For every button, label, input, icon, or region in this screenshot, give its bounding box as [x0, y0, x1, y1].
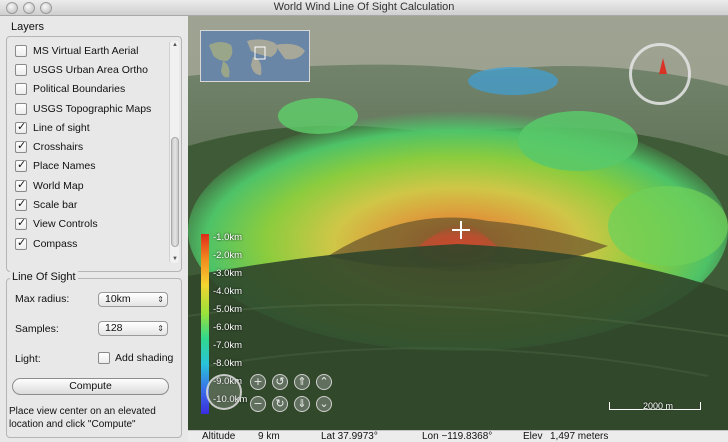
- layer-checkbox[interactable]: [15, 139, 27, 154]
- samples-select[interactable]: 128 ⇕: [98, 321, 168, 336]
- light-label: Light:: [15, 353, 41, 365]
- layer-label: Scale bar: [33, 199, 78, 212]
- layer-checkbox[interactable]: [15, 44, 27, 57]
- heading-right-icon[interactable]: ↻: [272, 396, 288, 412]
- layer-checkbox[interactable]: [15, 120, 27, 134]
- zoom-in-icon[interactable]: +: [250, 374, 266, 390]
- exaggeration-down-icon[interactable]: ⌄: [316, 396, 332, 412]
- legend-label: -8.0km: [213, 358, 243, 369]
- add-shading-label: Add shading: [115, 352, 174, 364]
- layer-label: Line of sight: [33, 121, 90, 134]
- altitude-value: 9 km: [258, 431, 280, 442]
- world-map-icon: [201, 31, 309, 81]
- layer-label: Crosshairs: [33, 141, 84, 154]
- layer-label: Political Boundaries: [33, 83, 126, 96]
- layers-group: MS Virtual Earth Aerial USGS Urban Area …: [6, 36, 182, 272]
- globe-view[interactable]: -1.0km -2.0km -3.0km -4.0km -5.0km -6.0k…: [188, 16, 728, 430]
- title-bar: World Wind Line Of Sight Calculation: [0, 0, 728, 16]
- crosshair-icon: [452, 221, 470, 239]
- window-title: World Wind Line Of Sight Calculation: [273, 1, 455, 13]
- layer-item-usgs-topographic-maps[interactable]: USGS Topographic Maps: [15, 99, 165, 118]
- hint-line-1: Place view center on an elevated: [9, 406, 156, 417]
- hint-line-2: location and click "Compute": [9, 419, 136, 430]
- layers-list: MS Virtual Earth Aerial USGS Urban Area …: [15, 41, 165, 253]
- layer-item-place-names[interactable]: Place Names: [15, 157, 165, 176]
- samples-value: 128: [105, 322, 123, 334]
- compute-button[interactable]: Compute: [12, 378, 169, 395]
- layer-item-world-map[interactable]: World Map: [15, 176, 165, 195]
- add-shading-checkbox[interactable]: [98, 352, 110, 364]
- legend-label: -7.0km: [213, 340, 243, 351]
- layer-label: Compass: [33, 237, 78, 250]
- layer-label: MS Virtual Earth Aerial: [33, 44, 139, 57]
- legend-label: -4.0km: [213, 286, 243, 297]
- samples-label: Samples:: [15, 323, 59, 335]
- layer-item-usgs-urban-area-ortho[interactable]: USGS Urban Area Ortho: [15, 60, 165, 79]
- pitch-up-icon[interactable]: ⇑: [294, 374, 310, 390]
- left-panel: MS Virtual Earth Aerial USGS Urban Area …: [0, 16, 188, 442]
- compass-icon[interactable]: [629, 43, 691, 105]
- chevron-updown-icon: ⇕: [157, 295, 164, 304]
- scroll-down-icon[interactable]: ▼: [170, 255, 180, 263]
- exaggeration-up-icon[interactable]: ⌃: [316, 374, 332, 390]
- layers-scrollbar[interactable]: ▲ ▼: [169, 41, 179, 263]
- legend-label: -1.0km: [213, 232, 243, 243]
- chevron-updown-icon: ⇕: [157, 324, 164, 333]
- status-bar: Altitude 9 km Lat 37.9973° Lon −119.8368…: [188, 430, 728, 442]
- legend-label: -6.0km: [213, 322, 243, 333]
- heading-left-icon[interactable]: ↺: [272, 374, 288, 390]
- legend-label: -5.0km: [213, 304, 243, 315]
- layer-item-crosshairs[interactable]: Crosshairs: [15, 137, 165, 156]
- pan-icon[interactable]: [206, 374, 242, 410]
- layer-label: USGS Topographic Maps: [33, 102, 152, 115]
- layer-label: Place Names: [33, 160, 96, 173]
- add-shading-toggle[interactable]: Add shading: [98, 352, 173, 364]
- scale-bar-label: 2000 m: [643, 401, 674, 411]
- zoom-out-icon[interactable]: −: [250, 396, 266, 412]
- layer-item-view-controls[interactable]: View Controls: [15, 215, 165, 234]
- layer-checkbox[interactable]: [15, 197, 27, 212]
- layer-checkbox[interactable]: [15, 102, 27, 115]
- longitude-readout: Lon −119.8368°: [422, 431, 493, 442]
- hint-text: Place view center on an elevated locatio…: [9, 405, 185, 431]
- line-of-sight-group-label: Line Of Sight: [10, 271, 78, 283]
- layer-item-ms-virtual-earth-aerial[interactable]: MS Virtual Earth Aerial: [15, 41, 165, 60]
- layer-item-scale-bar[interactable]: Scale bar: [15, 195, 165, 214]
- layer-label: World Map: [33, 179, 84, 192]
- altitude-label: Altitude: [202, 431, 236, 442]
- layer-label: USGS Urban Area Ortho: [33, 63, 148, 76]
- legend-label: -3.0km: [213, 268, 243, 279]
- elevation-value: 1,497 meters: [550, 431, 609, 442]
- layer-item-political-boundaries[interactable]: Political Boundaries: [15, 80, 165, 99]
- layer-checkbox[interactable]: [15, 158, 27, 173]
- layer-label: View Controls: [33, 218, 98, 231]
- max-radius-select[interactable]: 10km ⇕: [98, 292, 168, 307]
- max-radius-value: 10km: [105, 293, 131, 305]
- layer-checkbox[interactable]: [15, 216, 27, 231]
- layer-item-compass[interactable]: Compass: [15, 234, 165, 253]
- latitude-readout: Lat 37.9973°: [321, 431, 378, 442]
- layers-group-label: Layers: [9, 21, 47, 33]
- scrollbar-thumb[interactable]: [171, 137, 179, 247]
- elevation-label: Elev: [523, 431, 543, 442]
- world-map-overview[interactable]: [200, 30, 310, 82]
- compass-needle: [659, 58, 667, 74]
- layer-item-line-of-sight[interactable]: Line of sight: [15, 118, 165, 137]
- layer-checkbox[interactable]: [15, 236, 27, 250]
- pitch-down-icon[interactable]: ⇓: [294, 396, 310, 412]
- max-radius-label: Max radius:: [15, 293, 70, 305]
- layer-checkbox[interactable]: [15, 83, 27, 96]
- layer-checkbox[interactable]: [15, 63, 27, 76]
- layer-checkbox[interactable]: [15, 178, 27, 192]
- scroll-up-icon[interactable]: ▲: [170, 41, 180, 49]
- legend-label: -2.0km: [213, 250, 243, 261]
